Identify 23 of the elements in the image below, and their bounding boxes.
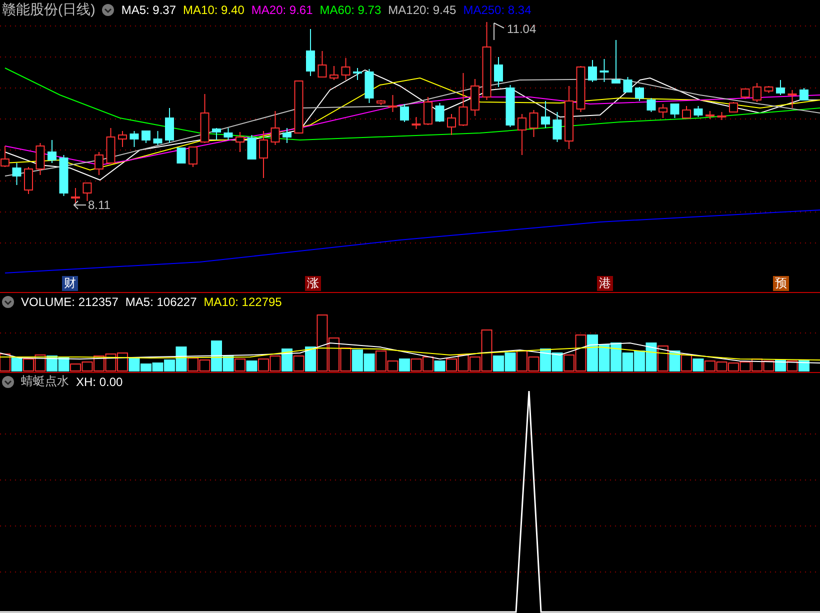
volume-value: VOLUME: 212357 xyxy=(21,294,118,308)
indicator-value: MA20: 9.61 xyxy=(251,3,313,17)
stock-title: 赣能股份(日线) xyxy=(2,1,96,19)
indicator-value: MA10: 9.40 xyxy=(183,3,244,17)
event-marker[interactable]: 财 xyxy=(62,276,78,291)
event-marker[interactable]: 预 xyxy=(773,276,789,291)
dropdown-icon[interactable] xyxy=(102,4,114,16)
low-price-label: 8.11 xyxy=(88,198,110,212)
indicator-name: 蜻蜓点水 xyxy=(21,373,69,390)
dropdown-icon[interactable] xyxy=(2,296,14,308)
event-marker[interactable]: 港 xyxy=(597,276,613,291)
dropdown-icon[interactable] xyxy=(2,376,14,388)
arrow-icon xyxy=(73,200,86,210)
indicator-value: MA5: 9.37 xyxy=(121,3,176,17)
indicator-value: MA120: 9.45 xyxy=(388,3,456,17)
flag-icon xyxy=(494,22,504,40)
volume-value: MA5: 106227 xyxy=(125,294,197,308)
volume-value: MA10: 122795 xyxy=(204,294,282,308)
event-marker[interactable]: 涨 xyxy=(305,276,321,291)
high-price-label: 11.04 xyxy=(507,22,536,36)
indicator-value: MA250: 8.34 xyxy=(463,3,532,17)
indicator-name: XH: 0.00 xyxy=(76,374,123,388)
indicator-value: MA60: 9.73 xyxy=(320,3,382,17)
